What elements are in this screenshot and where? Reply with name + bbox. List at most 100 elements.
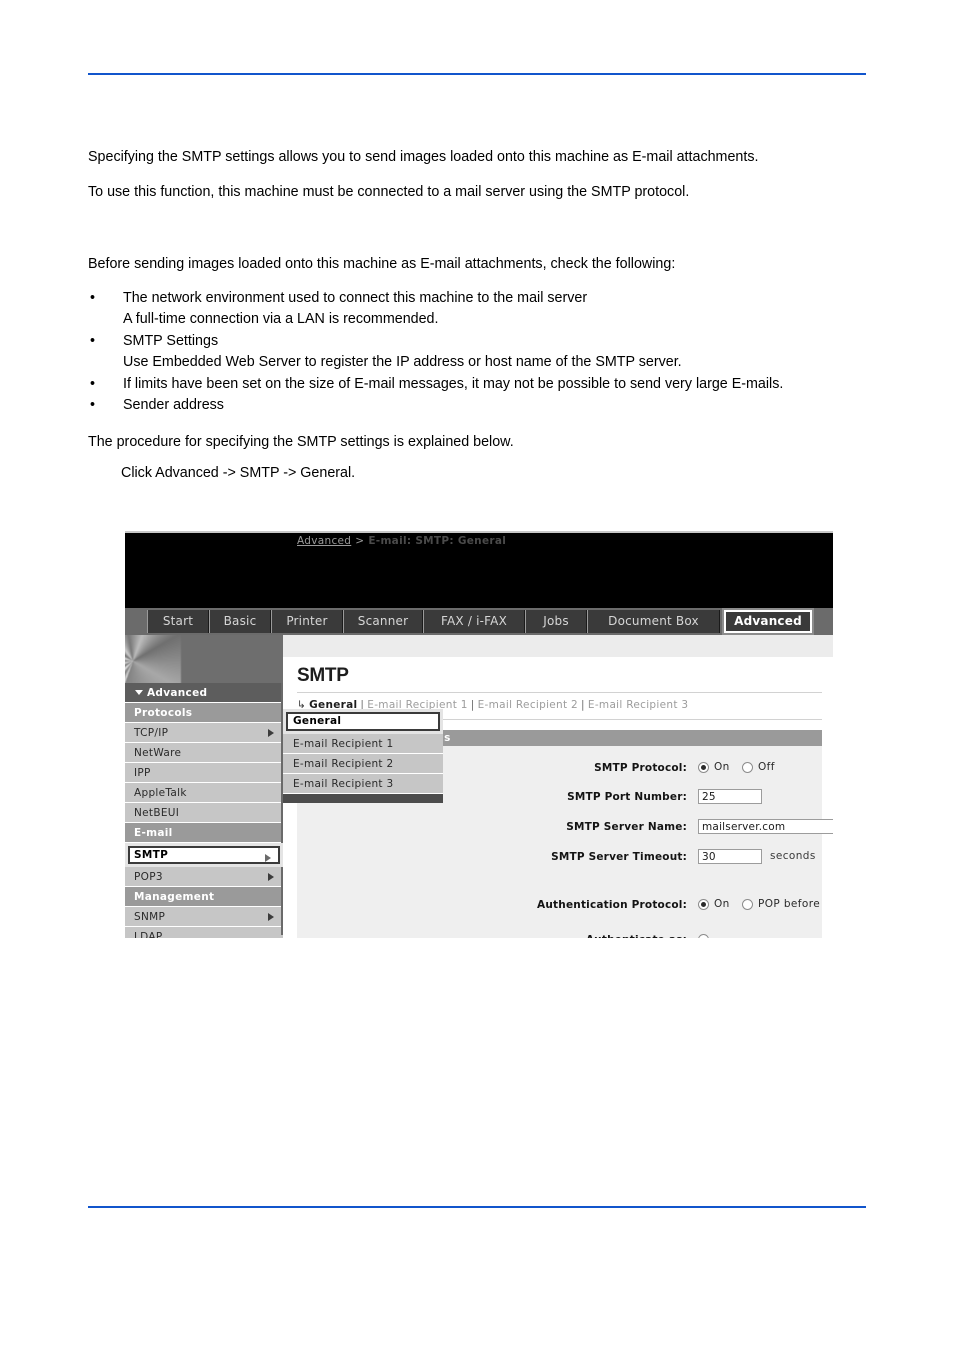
auth-pop-before-smtp-label: POP before S [758, 898, 822, 910]
list-item-text: The network environment used to connect … [123, 289, 588, 306]
spacer-before-closing [88, 417, 878, 435]
smtp-timeout-input[interactable]: 30 [698, 849, 762, 864]
breadcrumb-separator: > [355, 535, 365, 547]
list-item: • If limits have been set on the size of… [88, 374, 878, 396]
bullet-icon: • [90, 375, 96, 392]
tab-scanner[interactable]: Scanner [343, 610, 423, 633]
list-item: • The network environment used to connec… [88, 288, 878, 331]
authenticate-as-radio[interactable] [698, 934, 709, 938]
authentication-protocol-radio-group: On POP before S [698, 895, 822, 915]
sidebar-item-label: AppleTalk [134, 787, 187, 799]
tab-basic[interactable]: Basic [209, 610, 271, 633]
authentication-protocol-label: Authentication Protocol: [537, 899, 687, 911]
tab-advanced-wrapper: Advanced [722, 608, 814, 635]
spacer-before-checklist [88, 221, 878, 257]
sidebar-item-snmp[interactable]: SNMP [125, 907, 283, 927]
smtp-port-input[interactable]: 25 [698, 789, 762, 804]
tab-document-box[interactable]: Document Box [587, 610, 720, 633]
smtp-protocol-off-radio[interactable] [742, 762, 753, 773]
sidebar-header-label: Advanced [147, 687, 208, 699]
smtp-timeout-label: SMTP Server Timeout: [551, 851, 687, 863]
sidebar-item-label: LDAP [134, 931, 163, 938]
sidebar-nav: Advanced Protocols TCP/IP NetWare IPP Ap… [125, 683, 283, 938]
sidebar-item-ipp[interactable]: IPP [125, 763, 283, 783]
bullet-icon: • [90, 397, 96, 414]
sidebar-item-pop3[interactable]: POP3 [125, 867, 283, 887]
main-tab-bar: Start Basic Printer Scanner FAX / i-FAX … [125, 608, 833, 635]
title-divider [297, 692, 822, 693]
sidebar-group-label: E-mail [134, 827, 173, 839]
tab-jobs[interactable]: Jobs [525, 610, 587, 633]
smtp-protocol-on-label: On [714, 761, 730, 773]
auth-on-radio[interactable] [698, 899, 709, 910]
intro-paragraph-2: To use this function, this machine must … [88, 184, 690, 201]
page-title: SMTP [297, 665, 349, 686]
sidebar-item-label: POP3 [134, 871, 163, 883]
sidebar-header-advanced[interactable]: Advanced [125, 683, 283, 703]
sidebar-item-ldap[interactable]: LDAP [125, 927, 283, 938]
embedded-web-server-screenshot: Start Basic Printer Scanner FAX / i-FAX … [125, 531, 833, 938]
field-row-smtp-timeout: SMTP Server Timeout: 30 seconds [297, 847, 822, 867]
subtab-separator: | [581, 699, 585, 711]
list-item-text: If limits have been set on the size of E… [123, 375, 784, 392]
instruction-line: Click Advanced -> SMTP -> General. [121, 465, 356, 482]
closing-paragraph: The procedure for specifying the SMTP se… [88, 433, 514, 450]
subtab-email-recipient-2[interactable]: E-mail Recipient 2 [478, 699, 578, 711]
sidebar-group-label: Management [134, 891, 215, 903]
sidebar-item-label: IPP [134, 767, 151, 779]
tab-advanced[interactable]: Advanced [724, 610, 812, 633]
submenu-item-label: E-mail Recipient 3 [293, 778, 394, 790]
sidebar-group-email: E-mail [125, 823, 283, 843]
breadcrumb: Advanced > E-mail: SMTP: General [297, 535, 506, 547]
checklist: • The network environment used to connec… [88, 288, 878, 417]
sidebar-item-appletalk[interactable]: AppleTalk [125, 783, 283, 803]
smtp-server-name-control: mailserver.com [698, 817, 833, 837]
submenu-item-general[interactable]: General [283, 709, 443, 734]
authenticate-as-label: Authenticate as: [297, 930, 687, 938]
field-row-authentication-protocol: Authentication Protocol: On POP before S [297, 895, 822, 915]
list-item-subtext: Use Embedded Web Server to register the … [123, 354, 682, 371]
tab-start[interactable]: Start [147, 610, 209, 633]
tab-fax-ifax[interactable]: FAX / i-FAX [423, 610, 525, 633]
authenticate-as-control [698, 930, 818, 938]
chevron-right-icon [268, 729, 274, 737]
smtp-timeout-control: 30 seconds [698, 847, 833, 867]
tab-printer[interactable]: Printer [271, 610, 343, 633]
smtp-server-name-input[interactable]: mailserver.com [698, 819, 833, 834]
breadcrumb-current: E-mail: SMTP: General [368, 535, 507, 547]
decorative-banner-image [125, 635, 283, 683]
smtp-server-name-label: SMTP Server Name: [566, 821, 687, 833]
breadcrumb-root-link[interactable]: Advanced [297, 535, 351, 547]
submenu-item-label: E-mail Recipient 2 [293, 758, 394, 770]
list-item: • Sender address [88, 395, 878, 417]
submenu-item-email-recipient-3[interactable]: E-mail Recipient 3 [283, 774, 443, 794]
sidebar-item-tcpip[interactable]: TCP/IP [125, 723, 283, 743]
sidebar-group-label: Protocols [134, 707, 193, 719]
subtab-email-recipient-3[interactable]: E-mail Recipient 3 [588, 699, 688, 711]
sidebar-item-label: SMTP [134, 849, 169, 861]
sidebar-item-netware[interactable]: NetWare [125, 743, 283, 763]
chevron-right-icon [268, 873, 274, 881]
smtp-protocol-on-radio[interactable] [698, 762, 709, 773]
sidebar-item-label: SNMP [134, 911, 166, 923]
submenu-item-email-recipient-2[interactable]: E-mail Recipient 2 [283, 754, 443, 774]
field-row-authenticate-as: Authenticate as: [297, 930, 822, 938]
sidebar-group-protocols: Protocols [125, 703, 283, 723]
document-body: Specifying the SMTP settings allows you … [88, 150, 878, 482]
subtab-separator: | [470, 699, 475, 711]
sidebar-item-label: NetWare [134, 747, 182, 759]
sidebar-item-netbeui[interactable]: NetBEUI [125, 803, 283, 823]
submenu-item-email-recipient-1[interactable]: E-mail Recipient 1 [283, 734, 443, 754]
sidebar-group-management: Management [125, 887, 283, 907]
submenu-item-label: General [293, 715, 342, 727]
auth-on-label: On [714, 898, 730, 910]
smtp-port-control: 25 [698, 787, 828, 807]
auth-pop-before-smtp-radio[interactable] [742, 899, 753, 910]
chevron-right-icon [265, 854, 271, 862]
sidebar-item-smtp[interactable]: SMTP [125, 843, 283, 867]
smtp-protocol-radio-group: On Off [698, 758, 818, 778]
submenu-footer-bar [283, 794, 443, 803]
page-bottom-rule [88, 1206, 866, 1208]
smtp-submenu-flyout: General E-mail Recipient 1 E-mail Recipi… [283, 709, 443, 803]
list-item-text: SMTP Settings [123, 332, 219, 349]
